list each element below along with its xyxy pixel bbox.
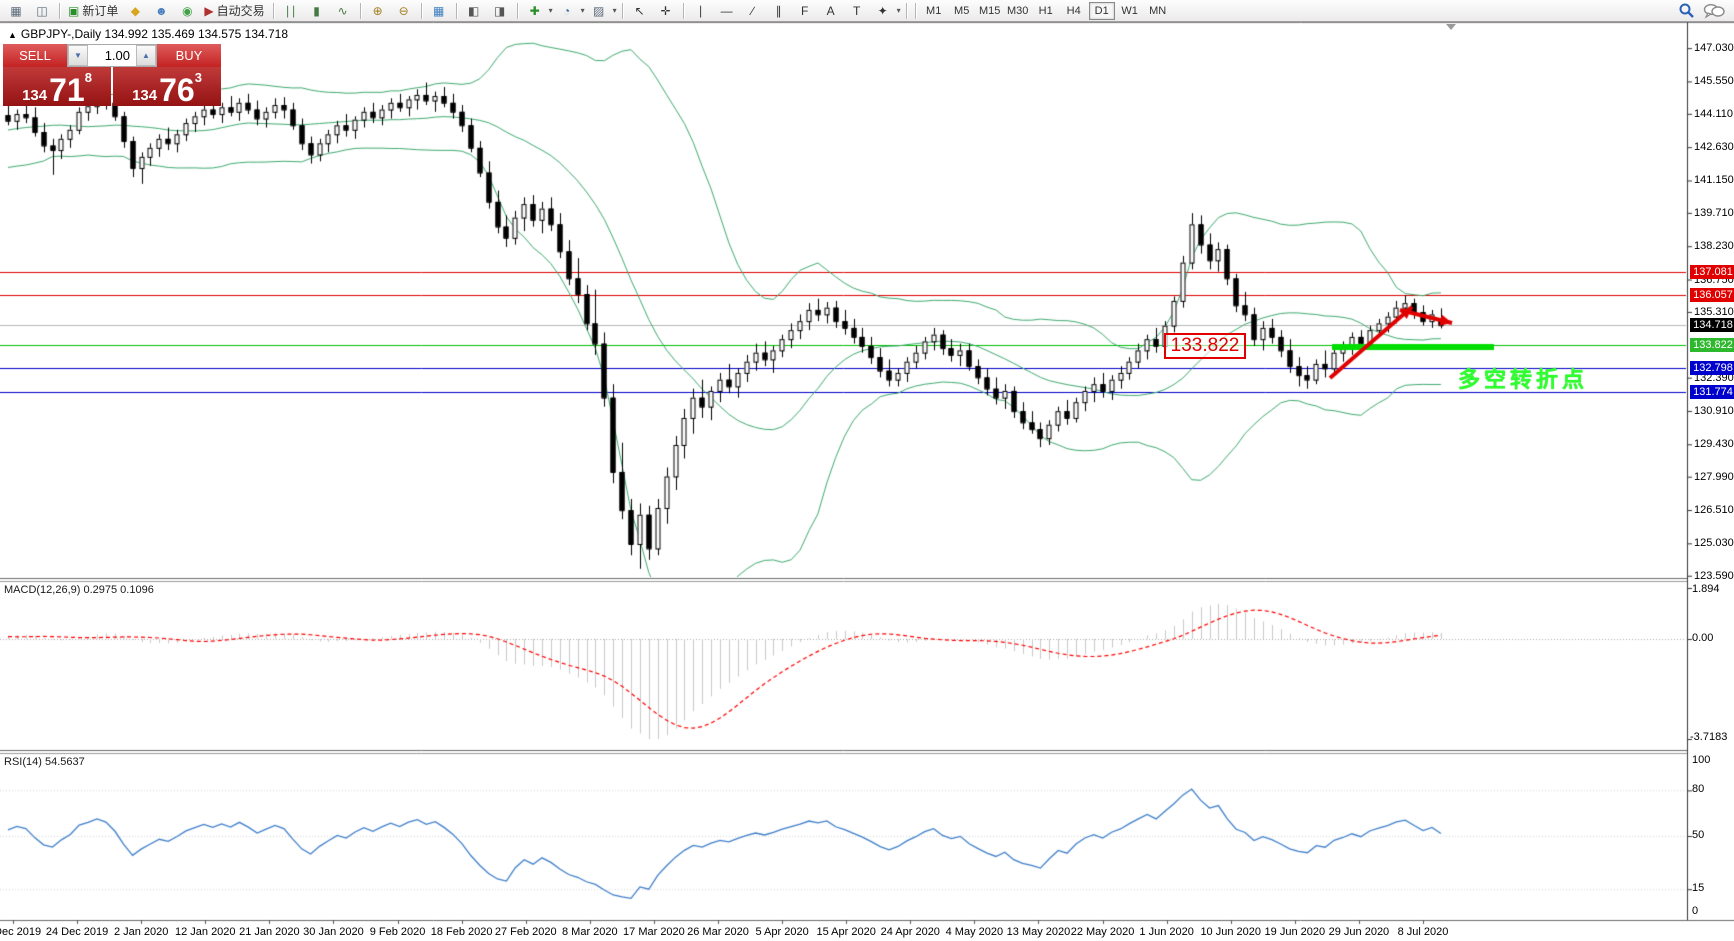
timeframe-m1[interactable]: M1 xyxy=(921,2,947,20)
bar-chart-icon[interactable]: ∣∣ xyxy=(279,1,303,21)
sell-price-display[interactable]: 134 71 8 xyxy=(3,67,111,106)
toolbar-separator xyxy=(905,2,907,19)
toolbar-separator xyxy=(59,2,60,19)
market-watch-icon[interactable]: ▦ xyxy=(4,1,28,21)
arrange-vertical-icon[interactable]: ◨ xyxy=(488,1,512,21)
toolbar-separator xyxy=(914,2,916,19)
buy-price-display[interactable]: 134 76 3 xyxy=(113,67,221,106)
zoom-in-icon[interactable]: ⊕ xyxy=(366,1,390,21)
buy-price-point: 3 xyxy=(194,70,202,85)
toolbar-separator xyxy=(621,2,623,19)
zoom-out-icon[interactable]: ⊖ xyxy=(392,1,416,21)
toolbar-separator xyxy=(420,2,422,19)
chart-ohlc-values: 134.992 135.469 134.575 134.718 xyxy=(104,27,289,41)
terminal-window: ▦ ◫ ▣ 新订单 ◆ ☻ ◉ ▶ 自动交易 ∣∣ ▮ ∿ ⊕ ⊖ ▦ ◧ ◨ ✚ ▾ ◔ ▾ ▨ ▾ ↖ ✛ ∣ — ∕ ∥ F A T ✦ ▾… xyxy=(0,0,1734,941)
timeframe-d1[interactable]: D1 xyxy=(1088,1,1115,20)
line-chart-icon[interactable]: ∿ xyxy=(331,1,355,21)
signals-icon[interactable]: ☻ xyxy=(149,1,173,21)
timeframe-toolbar: M1 M5 M15 M30 H1 H4 D1 W1 MN xyxy=(920,1,1172,20)
fibonacci-icon[interactable]: F xyxy=(793,1,817,21)
channel-icon[interactable]: ∥ xyxy=(767,1,791,21)
crosshair-icon[interactable]: ✛ xyxy=(654,1,678,21)
templates-icon[interactable]: ▨ xyxy=(587,1,611,21)
chart-expand-icon[interactable]: ▲ xyxy=(8,30,17,40)
toolbar-buttons: ▦ ◫ ▣ 新订单 ◆ ☻ ◉ ▶ 自动交易 ∣∣ ▮ ∿ ⊕ ⊖ ▦ ◧ ◨ ✚ ▾ ◔ ▾ ▨ ▾ ↖ ✛ ∣ — ∕ ∥ F A T ✦ ▾ xyxy=(3,1,911,21)
buy-button[interactable]: BUY xyxy=(157,44,221,67)
text-icon[interactable]: A xyxy=(819,1,843,21)
shapes-icon[interactable]: ✦ xyxy=(871,1,895,21)
candlestick-chart-icon[interactable]: ▮ xyxy=(305,1,329,21)
autotrading-button[interactable]: ▶ 自动交易 xyxy=(201,1,267,21)
toolbar-separator xyxy=(272,2,274,19)
periods-icon[interactable]: ◔ xyxy=(555,1,579,21)
dropdown-caret[interactable]: ▾ xyxy=(897,6,901,15)
new-order-button[interactable]: ▣ 新订单 xyxy=(65,1,121,21)
pivot-note-text[interactable]: 多空转折点 xyxy=(1458,362,1588,394)
search-icon[interactable] xyxy=(1678,2,1695,19)
toolbar-separator xyxy=(359,2,361,19)
tile-windows-icon[interactable]: ▦ xyxy=(427,1,451,21)
sell-price-point: 8 xyxy=(84,70,92,85)
vertical-line-icon[interactable]: ∣ xyxy=(689,1,713,21)
volume-increase-button[interactable]: ▲ xyxy=(136,45,156,66)
timeframe-mn[interactable]: MN xyxy=(1145,2,1171,20)
volume-decrease-button[interactable]: ▼ xyxy=(68,45,88,66)
timeframe-m15[interactable]: M15 xyxy=(977,2,1003,20)
sell-price-figure: 134 xyxy=(22,87,48,104)
toolbar-separator xyxy=(516,2,518,19)
new-order-button-label: 新订单 xyxy=(82,4,119,18)
dropdown-caret[interactable]: ▾ xyxy=(581,6,585,15)
one-click-trading-panel: SELL ▼ ▲ BUY 134 71 8 134 76 3 xyxy=(3,44,221,106)
dropdown-caret[interactable]: ▾ xyxy=(613,6,617,15)
timeframe-h4[interactable]: H4 xyxy=(1061,2,1087,20)
volume-input[interactable] xyxy=(88,45,136,66)
toolbar-separator xyxy=(682,2,684,19)
toolbar-separator xyxy=(455,2,457,19)
data-window-icon[interactable]: ◫ xyxy=(30,1,54,21)
sell-price-pips: 71 xyxy=(49,72,85,108)
price-annotation-label[interactable]: 133.822 xyxy=(1164,333,1246,359)
arrange-horizontal-icon[interactable]: ◧ xyxy=(462,1,486,21)
sell-button[interactable]: SELL xyxy=(3,44,67,67)
horizontal-line-icon[interactable]: — xyxy=(715,1,739,21)
dropdown-caret[interactable]: ▾ xyxy=(549,6,553,15)
chart-canvas[interactable] xyxy=(0,0,1734,941)
timeframe-m5[interactable]: M5 xyxy=(949,2,975,20)
timeframe-h1[interactable]: H1 xyxy=(1033,2,1059,20)
volume-box: ▼ ▲ xyxy=(67,44,157,67)
autotrading-button-label: 自动交易 xyxy=(216,4,265,18)
buy-price-pips: 76 xyxy=(159,72,195,108)
timeframe-m30[interactable]: M30 xyxy=(1005,2,1031,20)
text-label-icon[interactable]: T xyxy=(845,1,869,21)
cursor-icon[interactable]: ↖ xyxy=(628,1,652,21)
chart-title: ▲ GBPJPY-,Daily 134.992 135.469 134.575 1… xyxy=(8,27,288,41)
toolbar-right xyxy=(1678,2,1731,19)
add-indicator-icon[interactable]: ✚ xyxy=(523,1,547,21)
market-icon[interactable]: ◆ xyxy=(123,1,147,21)
trendline-icon[interactable]: ∕ xyxy=(741,1,765,21)
chart-shift-marker[interactable] xyxy=(1446,24,1456,30)
chart-symbol-label: GBPJPY-,Daily xyxy=(20,27,102,41)
chat-icon[interactable] xyxy=(1703,3,1725,19)
timeframe-w1[interactable]: W1 xyxy=(1117,2,1143,20)
buy-price-figure: 134 xyxy=(132,87,158,104)
toolbar: ▦ ◫ ▣ 新订单 ◆ ☻ ◉ ▶ 自动交易 ∣∣ ▮ ∿ ⊕ ⊖ ▦ ◧ ◨ ✚ ▾ ◔ ▾ ▨ ▾ ↖ ✛ ∣ — ∕ ∥ F A T ✦ ▾… xyxy=(0,0,1734,22)
news-icon[interactable]: ◉ xyxy=(175,1,199,21)
